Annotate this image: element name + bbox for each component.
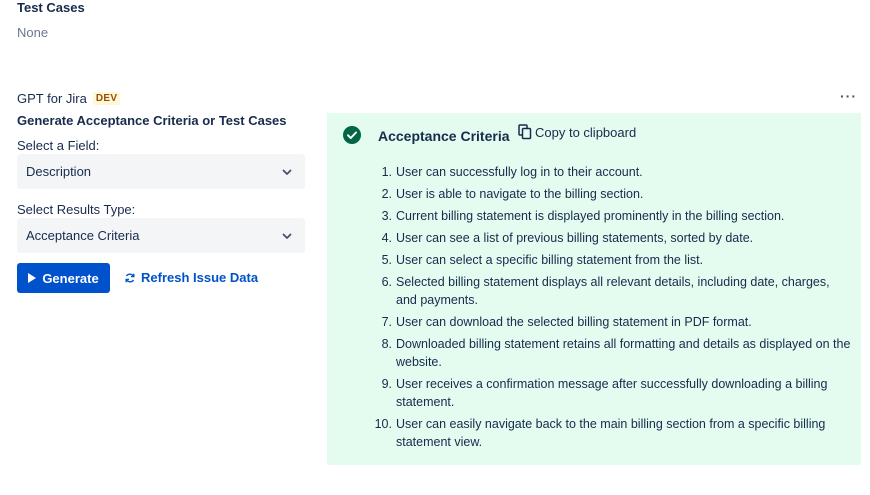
list-item: 6. Selected billing statement displays al…: [381, 275, 830, 307]
list-item: 7. User can download the selected billing…: [381, 315, 752, 329]
copy-to-clipboard-button[interactable]: Copy to clipboard: [518, 124, 636, 140]
list-item: 2. User is able to navigate to the billin…: [381, 187, 644, 201]
criteria-list: 1. User can successfully log in to their …: [374, 163, 851, 455]
app-header: GPT for Jira DEV: [17, 91, 121, 106]
copy-label: Copy to clipboard: [535, 124, 637, 140]
list-item: 8. Downloaded billing statement retains a…: [381, 337, 851, 369]
dev-badge: DEV: [92, 92, 121, 105]
app-title: GPT for Jira: [17, 91, 87, 106]
test-cases-label: Test Cases: [17, 0, 85, 15]
test-cases-value: None: [17, 25, 49, 40]
list-item: 3. Current billing statement is displayed…: [381, 209, 785, 223]
field-select[interactable]: Description: [17, 154, 305, 189]
field-select-value: Description: [26, 164, 92, 179]
chevron-down-icon: [282, 233, 292, 239]
refresh-issue-data-button[interactable]: Refresh Issue Data: [124, 270, 258, 285]
section-title: Generate Acceptance Criteria or Test Cas…: [17, 113, 287, 128]
results-type-label: Select Results Type:: [17, 202, 136, 217]
generate-button-label: Generate: [42, 270, 99, 286]
check-circle-icon: [343, 126, 361, 144]
results-type-value: Acceptance Criteria: [26, 228, 140, 243]
refresh-label: Refresh Issue Data: [141, 270, 259, 285]
play-icon: [28, 273, 37, 283]
chevron-down-icon: [282, 169, 292, 175]
list-item: 9. User receives a confirmation message a…: [381, 377, 828, 409]
list-item: 5. User can select a specific billing sta…: [381, 253, 704, 267]
more-actions-button[interactable]: ···: [840, 88, 857, 104]
results-type-select[interactable]: Acceptance Criteria: [17, 218, 305, 253]
refresh-icon: [125, 272, 135, 283]
result-panel: Acceptance Criteria Copy to clipboard 1.…: [327, 113, 861, 465]
generate-button[interactable]: Generate: [17, 263, 110, 293]
list-item: 4. User can see a list of previous billin…: [381, 231, 754, 245]
result-title: Acceptance Criteria: [378, 128, 510, 144]
field-select-label: Select a Field:: [17, 138, 100, 153]
list-item: 1. User can successfully log in to their …: [381, 165, 643, 179]
copy-icon: [518, 124, 532, 140]
list-item: 10. User can easily navigate back to the …: [374, 417, 826, 449]
